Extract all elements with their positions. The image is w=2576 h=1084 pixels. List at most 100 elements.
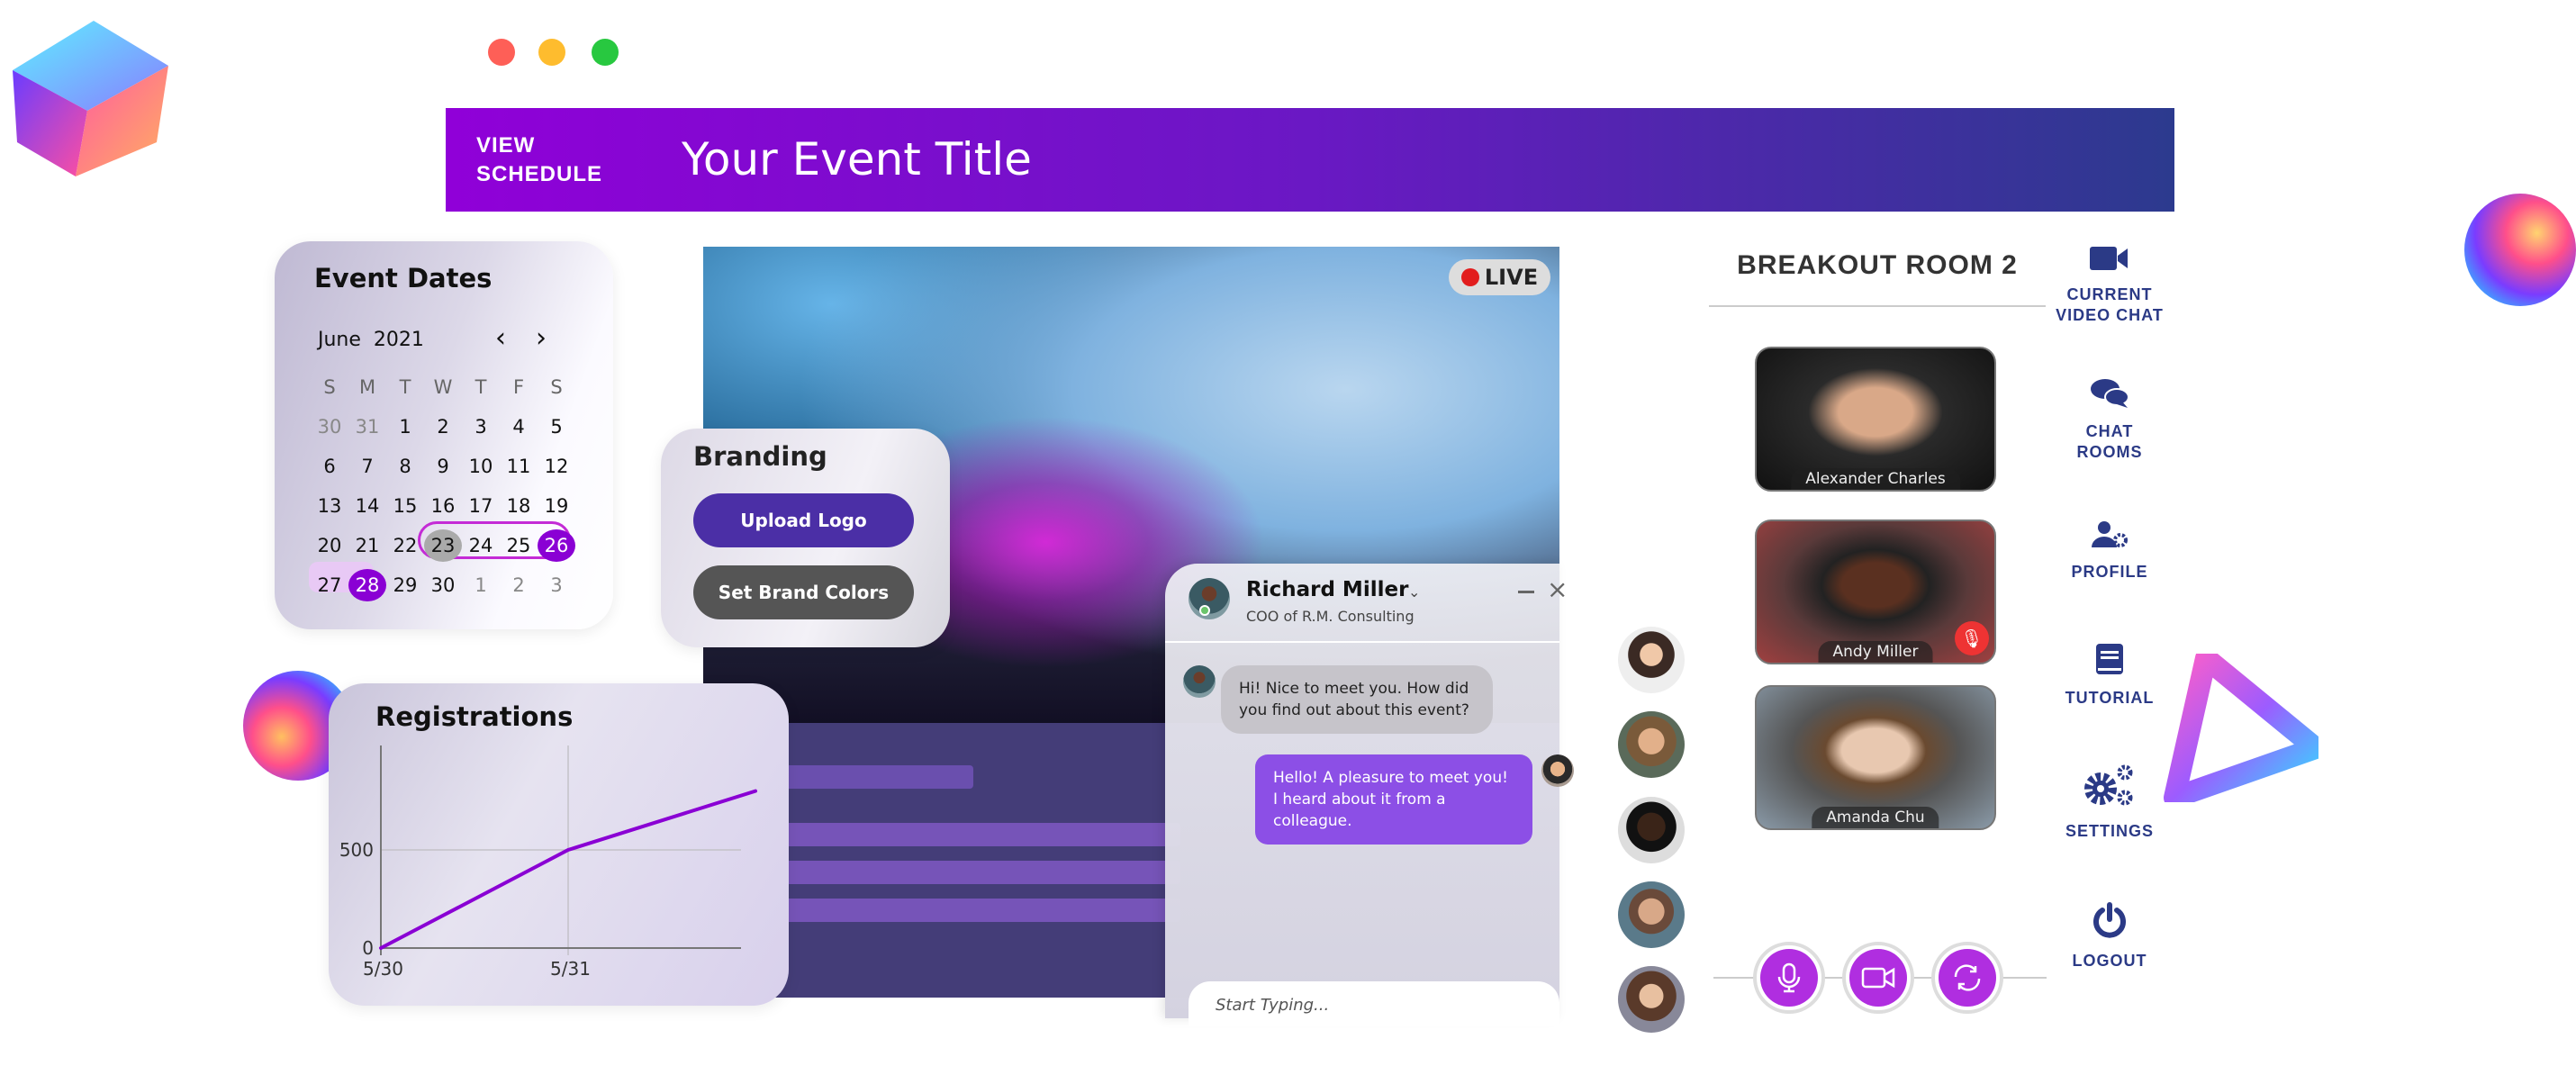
attendee-avatar[interactable] (1618, 966, 1685, 1033)
set-brand-colors-button[interactable]: Set Brand Colors (693, 565, 914, 619)
placeholder-bar (784, 861, 1180, 884)
registrations-card: Registrations 0 500 5/30 5/31 (329, 683, 789, 1006)
calendar-day[interactable]: 2 (424, 411, 462, 443)
placeholder-bar (784, 765, 973, 789)
divider (1709, 305, 2046, 307)
x-tick-label: 5/31 (550, 958, 591, 980)
calendar-day[interactable]: 27 (311, 569, 348, 601)
attendee-avatar[interactable] (1618, 711, 1685, 778)
microphone-button[interactable] (1753, 942, 1825, 1014)
attendee-avatar[interactable] (1618, 881, 1685, 948)
nav-label: PROFILE (2071, 563, 2148, 581)
switch-camera-icon (1939, 949, 1996, 1007)
y-tick-label: 500 (339, 839, 374, 861)
chat-message-input[interactable]: Start Typing... (1189, 981, 1559, 1026)
calendar-day[interactable]: 17 (462, 490, 500, 522)
window-maximize-button[interactable] (592, 39, 619, 66)
nav-current-video-chat[interactable]: CURRENT VIDEO CHAT (2038, 245, 2182, 326)
video-toggle-button[interactable] (1842, 942, 1914, 1014)
participant-video-tile[interactable]: Amanda Chu (1755, 685, 1996, 830)
window-close-button[interactable] (488, 39, 515, 66)
my-avatar (1541, 754, 1574, 787)
chat-window: Richard Miller ⌄ COO of R.M. Consulting … (1165, 564, 1574, 1026)
calendar-day[interactable]: 22 (386, 529, 424, 562)
calendar-day[interactable]: 9 (424, 450, 462, 483)
richard-avatar-small (1183, 665, 1216, 698)
nav-settings[interactable]: SETTINGS (2038, 763, 2182, 842)
calendar-day[interactable]: 18 (500, 490, 538, 522)
close-chat-icon[interactable]: × (1547, 574, 1568, 604)
window-minimize-button[interactable] (538, 39, 565, 66)
calendar-day[interactable]: 20 (311, 529, 348, 562)
calendar-day[interactable]: 1 (386, 411, 424, 443)
calendar-day[interactable]: 28 (348, 569, 386, 601)
nav-profile[interactable]: PROFILE (2038, 520, 2182, 583)
calendar-week: 13 14 15 16 17 18 19 (311, 486, 581, 526)
chat-contact-role: COO of R.M. Consulting (1246, 608, 1415, 625)
calendar-day[interactable]: 14 (348, 490, 386, 522)
calendar-day[interactable]: 7 (348, 450, 386, 483)
calendar-day[interactable]: 21 (348, 529, 386, 562)
calendar-day[interactable]: 15 (386, 490, 424, 522)
calendar-day[interactable]: 13 (311, 490, 348, 522)
nav-logout[interactable]: LOGOUT (2038, 902, 2182, 971)
sphere-decoration-right (2464, 194, 2576, 306)
prev-month-chevron-icon[interactable]: ‹ (495, 322, 506, 354)
calendar-day[interactable]: 31 (348, 411, 386, 443)
y-tick-label: 0 (362, 937, 374, 959)
view-schedule-link[interactable]: VIEW SCHEDULE (476, 131, 602, 189)
calendar-day[interactable]: 30 (424, 569, 462, 601)
registrations-line-chart: 0 500 5/30 5/31 (339, 745, 757, 980)
calendar-day[interactable]: 8 (386, 450, 424, 483)
calendar-day[interactable]: 12 (538, 450, 575, 483)
minimize-chat-icon[interactable] (1518, 591, 1534, 593)
calendar-day[interactable]: 2 (500, 569, 538, 601)
calendar-day[interactable]: 30 (311, 411, 348, 443)
nav-label: ROOMS (2076, 443, 2143, 461)
participant-video-tile[interactable]: Andy Miller 🎙 (1755, 519, 1996, 664)
breakout-room-title: BREAKOUT ROOM 2 (1737, 250, 2018, 280)
chevron-down-icon[interactable]: ⌄ (1408, 583, 1420, 601)
nav-chat-rooms[interactable]: CHAT ROOMS (2038, 378, 2182, 463)
nav-tutorial[interactable]: TUTORIAL (2038, 643, 2182, 709)
microphone-icon (1760, 949, 1818, 1007)
attendee-avatar[interactable] (1618, 627, 1685, 693)
upload-logo-button[interactable]: Upload Logo (693, 493, 914, 547)
branding-title: Branding (693, 441, 827, 472)
participant-name: Alexander Charles (1791, 468, 1960, 490)
calendar-day[interactable]: 19 (538, 490, 575, 522)
month-label: June (318, 329, 361, 351)
calendar-month-year: June 2021 (318, 329, 424, 351)
weekday-label: S (550, 376, 563, 398)
calendar-title: Event Dates (314, 263, 493, 294)
calendar-day[interactable]: 11 (500, 450, 538, 483)
triangle-decoration (2164, 654, 2318, 802)
calendar-day[interactable]: 3 (538, 569, 575, 601)
calendar-day[interactable]: 25 (500, 529, 538, 562)
switch-camera-button[interactable] (1931, 942, 2003, 1014)
calendar-day[interactable]: 23 (424, 529, 462, 562)
muted-microphone-icon: 🎙 (1955, 621, 1989, 655)
weekday-label: S (323, 376, 336, 398)
placeholder-bar (784, 899, 1180, 922)
attendee-avatar[interactable] (1618, 797, 1685, 863)
nav-label: VIDEO CHAT (2056, 306, 2164, 324)
calendar-day[interactable]: 4 (500, 411, 538, 443)
calendar-day[interactable]: 24 (462, 529, 500, 562)
video-camera-icon (1849, 949, 1907, 1007)
weekday-label: F (512, 376, 525, 398)
placeholder-bar (784, 823, 1180, 846)
calendar-day[interactable]: 6 (311, 450, 348, 483)
year-label: 2021 (373, 329, 424, 351)
next-month-chevron-icon[interactable]: › (536, 322, 547, 354)
calendar-day[interactable]: 10 (462, 450, 500, 483)
calendar-day[interactable]: 5 (538, 411, 575, 443)
participant-video-tile[interactable]: Alexander Charles (1755, 347, 1996, 492)
calendar-day[interactable]: 26 (538, 529, 575, 562)
branding-card: Branding Upload Logo Set Brand Colors (661, 429, 950, 647)
calendar-day[interactable]: 1 (462, 569, 500, 601)
calendar-day[interactable]: 16 (424, 490, 462, 522)
calendar-day[interactable]: 29 (386, 569, 424, 601)
book-icon (2096, 644, 2123, 674)
calendar-day[interactable]: 3 (462, 411, 500, 443)
